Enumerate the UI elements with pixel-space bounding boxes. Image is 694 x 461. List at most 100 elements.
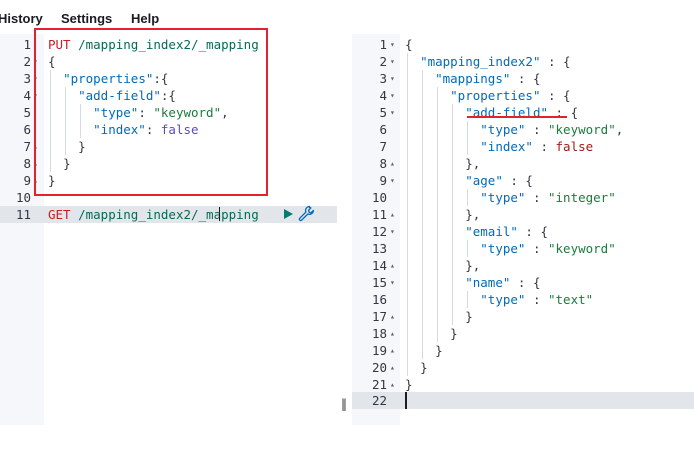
- line-number: 14: [371, 258, 387, 273]
- indent-guide: [437, 87, 438, 342]
- indent-guide: [467, 121, 468, 155]
- line-number: 18: [371, 326, 387, 341]
- line-number: 5: [23, 105, 31, 120]
- text-cursor: [405, 392, 407, 409]
- response-line: 16 "type" : "text": [352, 291, 694, 308]
- fold-open-icon[interactable]: ▾: [390, 223, 395, 240]
- line-number: 10: [15, 190, 31, 205]
- line-number: 4: [23, 88, 31, 103]
- fold-open-icon[interactable]: ▾: [390, 87, 395, 104]
- brace: },: [465, 207, 481, 222]
- line-number: 15: [371, 275, 387, 290]
- punctuation: :: [532, 139, 556, 154]
- fold-close-icon[interactable]: ▴: [390, 308, 395, 325]
- line-number: 11: [15, 207, 31, 222]
- line-number: 6: [379, 122, 387, 137]
- indent-guide: [422, 70, 423, 359]
- response-line: 4 ▾ "properties" : {: [352, 87, 694, 104]
- line-number: 7: [379, 139, 387, 154]
- response-line: 1 ▾ {: [352, 36, 694, 53]
- fold-close-icon[interactable]: ▴: [390, 325, 395, 342]
- json-key: "age": [465, 173, 503, 188]
- line-number: 19: [371, 343, 387, 358]
- brace: }: [465, 309, 473, 324]
- json-key: "type": [480, 292, 526, 307]
- response-line: 7 "index" : false: [352, 138, 694, 155]
- fold-open-icon[interactable]: ▾: [390, 70, 395, 87]
- wrench-icon[interactable]: [298, 205, 315, 226]
- fold-close-icon[interactable]: ▴: [390, 342, 395, 359]
- fold-open-icon[interactable]: ▾: [390, 172, 395, 189]
- line-number: 2: [379, 54, 387, 69]
- brace: }: [450, 326, 458, 341]
- line-number: 16: [371, 292, 387, 307]
- request-url: /mapping_index2/_mapping: [78, 207, 259, 222]
- fold-open-icon[interactable]: ▾: [390, 53, 395, 70]
- punctuation: : {: [540, 54, 571, 69]
- punctuation: : {: [502, 173, 533, 188]
- response-line: 2 ▾ "mapping_index2" : {: [352, 53, 694, 70]
- response-line: 18 ▴ }: [352, 325, 694, 342]
- play-icon[interactable]: [284, 209, 293, 219]
- response-line: 9 ▾ "age" : {: [352, 172, 694, 189]
- menu-settings[interactable]: Settings: [61, 11, 112, 26]
- response-line: 11 ▴ },: [352, 206, 694, 223]
- response-line: 10 "type" : "integer": [352, 189, 694, 206]
- line-number: 20: [371, 360, 387, 375]
- response-line: 14 ▴ },: [352, 257, 694, 274]
- brace: }: [435, 343, 443, 358]
- fold-open-icon[interactable]: ▾: [390, 36, 395, 53]
- pane-divider[interactable]: [337, 34, 352, 425]
- resize-handle-icon[interactable]: ‖: [341, 397, 347, 411]
- punctuation: :: [525, 122, 548, 137]
- json-key: "mappings": [435, 71, 511, 86]
- line-number: 7: [23, 139, 31, 154]
- response-line: 19 ▴ }: [352, 342, 694, 359]
- line-number: 8: [379, 156, 387, 171]
- response-line-active: 22: [352, 392, 694, 409]
- fold-close-icon[interactable]: ▴: [390, 376, 395, 393]
- line-number: 8: [23, 156, 31, 171]
- line-number: 1: [23, 37, 31, 52]
- json-value: "text": [548, 292, 594, 307]
- response-viewer[interactable]: 1 ▾ { 2 ▾ "mapping_index2" : { 3 ▾ "mapp…: [352, 34, 694, 425]
- punctuation: :: [525, 292, 548, 307]
- fold-close-icon[interactable]: ▴: [390, 155, 395, 172]
- line-number: 6: [23, 122, 31, 137]
- response-line: 13 "type" : "keyword": [352, 240, 694, 257]
- line-number: 21: [371, 377, 387, 392]
- line-number: 3: [379, 71, 387, 86]
- brace: },: [465, 156, 481, 171]
- punctuation: :: [525, 190, 548, 205]
- brace: }: [420, 360, 428, 375]
- json-value: false: [555, 139, 594, 154]
- indent-guide: [467, 240, 468, 257]
- menu-history[interactable]: History: [0, 11, 43, 26]
- response-line: 15 ▾ "name" : {: [352, 274, 694, 291]
- brace: {: [405, 37, 413, 52]
- punctuation: : {: [510, 275, 541, 290]
- annotation-underline: [467, 116, 567, 118]
- line-number: 22: [371, 393, 387, 408]
- fold-close-icon[interactable]: ▴: [390, 359, 395, 376]
- fold-open-icon[interactable]: ▾: [390, 274, 395, 291]
- menu-help[interactable]: Help: [131, 11, 159, 26]
- annotation-highlight-box: [34, 28, 268, 196]
- fold-close-icon[interactable]: ▴: [390, 206, 395, 223]
- json-key: "properties": [450, 88, 541, 103]
- response-line: 12 ▾ "email" : {: [352, 223, 694, 240]
- response-line: 3 ▾ "mappings" : {: [352, 70, 694, 87]
- fold-close-icon[interactable]: ▴: [390, 257, 395, 274]
- indent-guide: [407, 53, 408, 376]
- fold-open-icon[interactable]: ▾: [390, 104, 395, 121]
- response-line: 6 "type" : "keyword",: [352, 121, 694, 138]
- json-key: "mapping_index2": [420, 54, 541, 69]
- json-key: "email": [465, 224, 518, 239]
- indent-guide: [467, 291, 468, 308]
- line-number: 3: [23, 71, 31, 86]
- json-value: "keyword": [548, 241, 616, 256]
- line-number: 1: [379, 37, 387, 52]
- json-key: "type": [480, 241, 526, 256]
- line-number: 17: [371, 309, 387, 324]
- line-number: 2: [23, 54, 31, 69]
